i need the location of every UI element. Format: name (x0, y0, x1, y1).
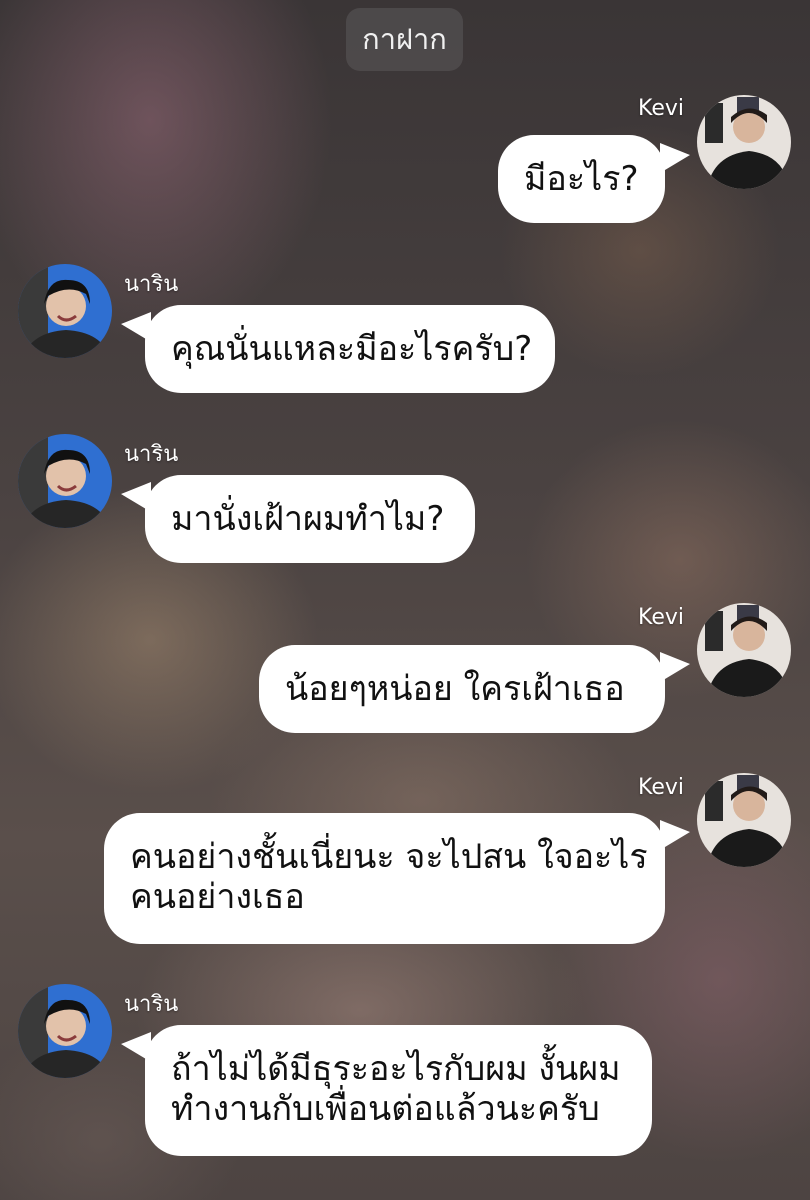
sender-name: Kevi (638, 775, 684, 800)
avatar-narin-image (18, 264, 112, 358)
message-bubble[interactable]: ถ้าไม่ได้มีธุระอะไรกับผม งั้นผม ทำงานกับ… (145, 1025, 652, 1156)
avatar-kevi-image (697, 603, 791, 697)
bubble-tail (660, 143, 690, 173)
chat-title: กาฝาก (346, 8, 463, 71)
message-line: คนอย่างชั้นเนี่ยนะ จะไปสน ใจอะไร (130, 837, 648, 877)
message-bubble[interactable]: มานั่งเฝ้าผมทำไม? (145, 475, 475, 563)
message-line: มานั่งเฝ้าผมทำไม? (171, 499, 445, 539)
avatar-kevi-image (697, 773, 791, 867)
message-bubble[interactable]: มีอะไร? (498, 135, 665, 223)
message-line: ถ้าไม่ได้มีธุระอะไรกับผม งั้นผม (171, 1049, 621, 1089)
message-bubble[interactable]: คนอย่างชั้นเนี่ยนะ จะไปสน ใจอะไร คนอย่าง… (104, 813, 665, 944)
message-line: ทำงานกับเพื่อนต่อแล้วนะครับ (171, 1089, 600, 1129)
avatar-narin[interactable] (18, 984, 112, 1078)
message-line: มีอะไร? (524, 159, 639, 199)
bubble-tail (121, 1032, 151, 1062)
bubble-tail (660, 652, 690, 682)
avatar-narin-image (18, 434, 112, 528)
message-line: น้อยๆหน่อย ใครเฝ้าเธอ (285, 669, 625, 709)
avatar-narin[interactable] (18, 434, 112, 528)
message-bubble[interactable]: คุณนั่นแหละมีอะไรครับ? (145, 305, 555, 393)
sender-name: Kevi (638, 605, 684, 630)
avatar-kevi-image (697, 95, 791, 189)
avatar-kevi[interactable] (697, 95, 791, 189)
bubble-tail (660, 820, 690, 850)
bubble-tail (121, 312, 151, 342)
sender-name: นาริน (124, 272, 179, 297)
avatar-kevi[interactable] (697, 603, 791, 697)
avatar-narin-image (18, 984, 112, 1078)
message-line: คนอย่างเธอ (130, 877, 305, 917)
avatar-kevi[interactable] (697, 773, 791, 867)
bubble-tail (121, 482, 151, 512)
sender-name: Kevi (638, 96, 684, 121)
sender-name: นาริน (124, 442, 179, 467)
message-line: คุณนั่นแหละมีอะไรครับ? (171, 329, 533, 369)
message-bubble[interactable]: น้อยๆหน่อย ใครเฝ้าเธอ (259, 645, 665, 733)
sender-name: นาริน (124, 992, 179, 1017)
avatar-narin[interactable] (18, 264, 112, 358)
